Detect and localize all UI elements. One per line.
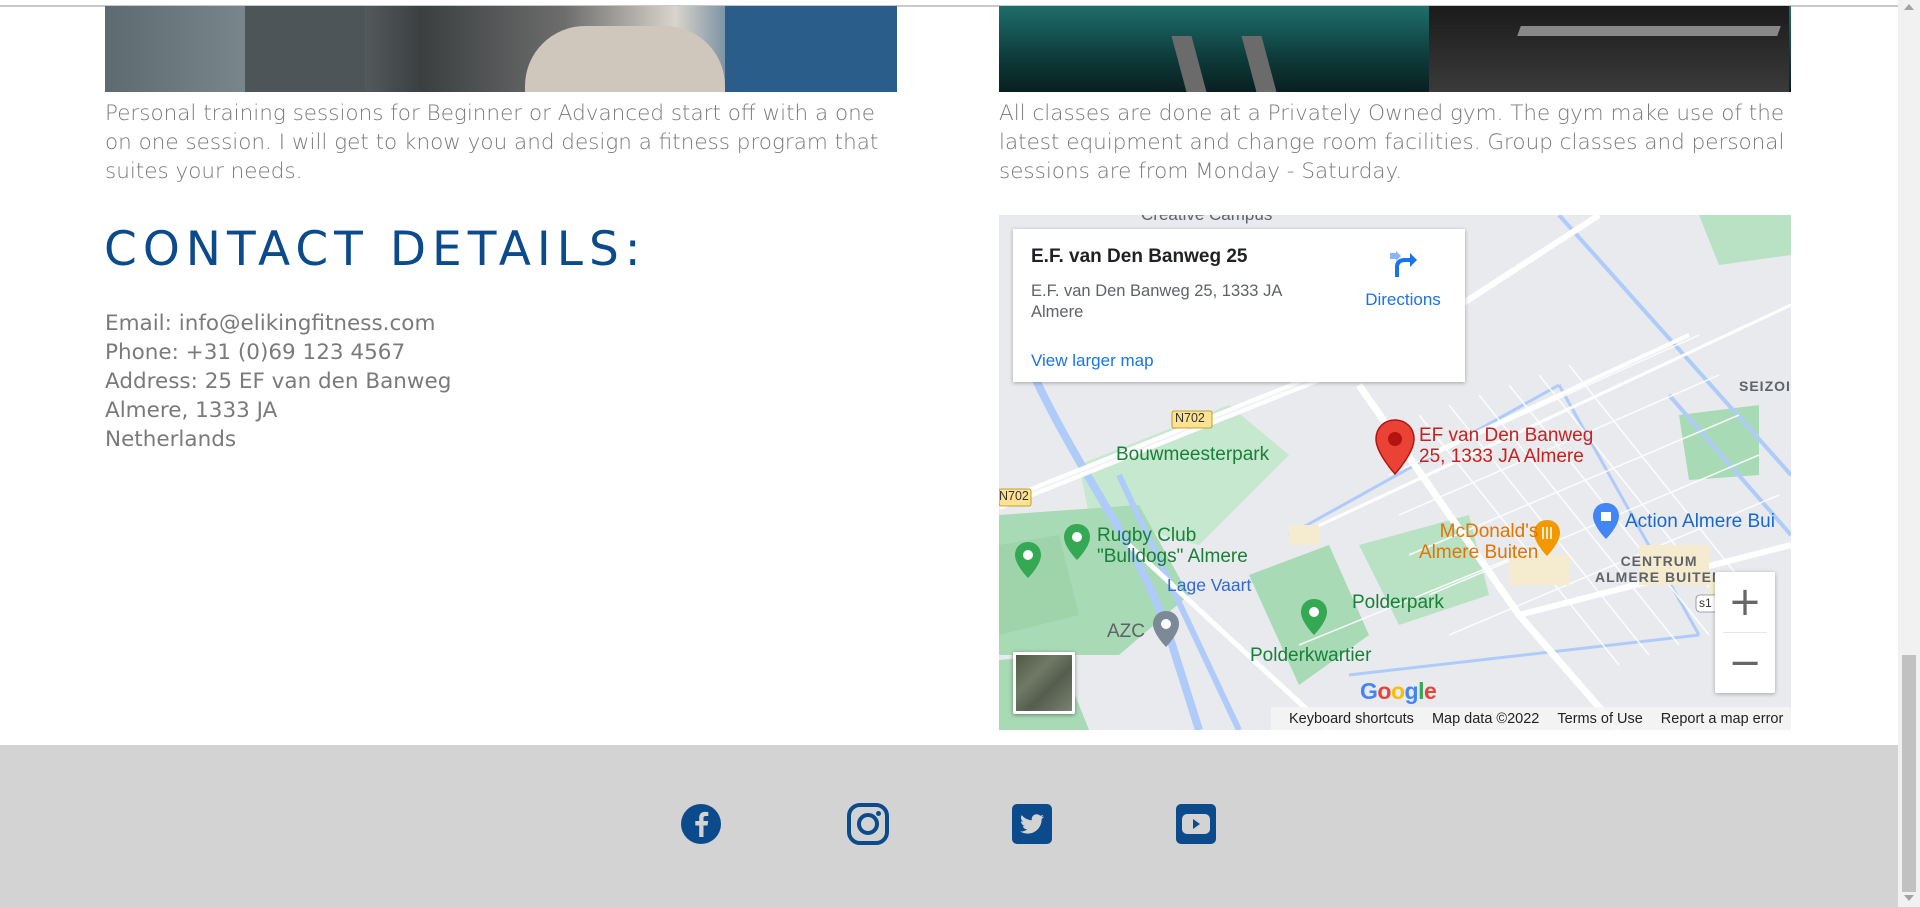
page-scrollbar[interactable] xyxy=(1898,0,1920,907)
label-pin-line1: EF van Den Banweg xyxy=(1419,425,1594,446)
keyboard-shortcuts-link[interactable]: Keyboard shortcuts xyxy=(1289,711,1414,727)
label-mcdonalds: McDonald's Almere Buiten xyxy=(1419,521,1538,563)
youtube-icon[interactable] xyxy=(1174,802,1218,846)
personal-training-description: Personal training sessions for Beginner … xyxy=(105,101,879,184)
google-logo: Google xyxy=(1360,678,1437,704)
label-pin-address: EF van Den Banweg 25, 1333 JA Almere xyxy=(1419,425,1593,467)
polderpark-marker-icon[interactable] xyxy=(1299,597,1329,637)
label-mcdonalds-line1: McDonald's xyxy=(1439,521,1539,542)
label-mcdonalds-line2: Almere Buiten xyxy=(1419,542,1539,563)
place-address: E.F. van Den Banweg 25, 1333 JA Almere xyxy=(1031,282,1282,321)
contact-address: Address: 25 EF van den Banweg xyxy=(105,369,452,394)
azc-marker-icon[interactable] xyxy=(1151,609,1181,649)
terms-of-use-link[interactable]: Terms of Use xyxy=(1557,711,1642,727)
scrollbar-thumb[interactable] xyxy=(1902,655,1916,892)
place-info-card: E.F. van Den Banweg 25 E.F. van Den Banw… xyxy=(1013,229,1465,382)
label-polderkwartier: Polderkwartier xyxy=(1250,645,1372,666)
directions-button[interactable]: Directions xyxy=(1353,247,1453,310)
zoom-in-button[interactable]: + xyxy=(1715,572,1775,632)
label-centrum-line2: ALMERE BUITEN xyxy=(1595,569,1724,585)
gym-description: All classes are done at a Privately Owne… xyxy=(999,101,1785,184)
directions-label: Directions xyxy=(1365,290,1441,309)
label-centrum: CENTRUM ALMERE BUITEN xyxy=(1595,553,1723,585)
label-azc: AZC xyxy=(1107,621,1145,642)
park-marker-icon[interactable] xyxy=(1013,540,1043,580)
directions-icon xyxy=(1390,251,1417,277)
location-pin-icon[interactable] xyxy=(1374,418,1416,476)
label-centrum-line1: CENTRUM xyxy=(1620,553,1698,569)
map-data-text: Map data ©2022 xyxy=(1431,710,1540,727)
label-rugby-line2: "Bulldogs" Almere xyxy=(1097,546,1248,567)
label-road-s: s1 xyxy=(1699,596,1712,610)
label-pin-line2: 25, 1333 JA Almere xyxy=(1419,446,1584,467)
twitter-icon[interactable] xyxy=(1010,802,1054,846)
satellite-toggle-button[interactable] xyxy=(1013,652,1075,714)
instagram-icon[interactable] xyxy=(846,802,890,846)
view-larger-map-link[interactable]: View larger map xyxy=(1031,351,1154,371)
label-action: Action Almere Bui xyxy=(1625,511,1775,532)
contact-details: Email: info@elikingfitness.com Phone: +3… xyxy=(105,309,451,454)
contact-phone: Phone: +31 (0)69 123 4567 xyxy=(105,340,406,365)
label-lage-vaart: Lage Vaart xyxy=(1167,575,1252,595)
facebook-icon[interactable] xyxy=(679,802,723,846)
scroll-up-icon[interactable] xyxy=(1904,4,1914,10)
personal-training-photo xyxy=(105,6,897,92)
label-rugby-club: Rugby Club "Bulldogs" Almere xyxy=(1097,525,1248,567)
zoom-controls: + − xyxy=(1715,572,1775,693)
scroll-down-icon[interactable] xyxy=(1904,895,1914,901)
contact-country: Netherlands xyxy=(105,427,237,452)
label-creative-campus: Creative Campus xyxy=(1141,215,1272,225)
place-title: E.F. van Den Banweg 25 xyxy=(1031,246,1248,267)
label-bouwmeesterpark: Bouwmeesterpark xyxy=(1116,444,1270,465)
contact-city: Almere, 1333 JA xyxy=(105,398,278,423)
zoom-out-button[interactable]: − xyxy=(1715,633,1775,693)
site-footer xyxy=(0,745,1898,907)
label-rugby-line1: Rugby Club xyxy=(1097,525,1197,546)
report-map-error-link[interactable]: Report a map error xyxy=(1661,711,1784,727)
label-seizo: SEIZOI xyxy=(1739,378,1791,394)
label-road-n702-a: N702 xyxy=(1175,411,1205,425)
rugby-club-marker-icon[interactable] xyxy=(1062,522,1092,562)
shopping-marker-icon[interactable] xyxy=(1591,501,1621,541)
label-polderpark: Polderpark xyxy=(1352,592,1444,613)
embedded-map[interactable]: Creative Campus N702 N702 Bouwmeesterpar… xyxy=(999,215,1791,730)
map-attribution-bar: Keyboard shortcuts Map data ©2022 Terms … xyxy=(1271,707,1791,730)
contact-email: Email: info@elikingfitness.com xyxy=(105,311,436,336)
gym-equipment-photo xyxy=(999,6,1791,92)
contact-heading: CONTACT DETAILS: xyxy=(104,222,647,277)
label-road-n702-b: N702 xyxy=(999,489,1029,503)
